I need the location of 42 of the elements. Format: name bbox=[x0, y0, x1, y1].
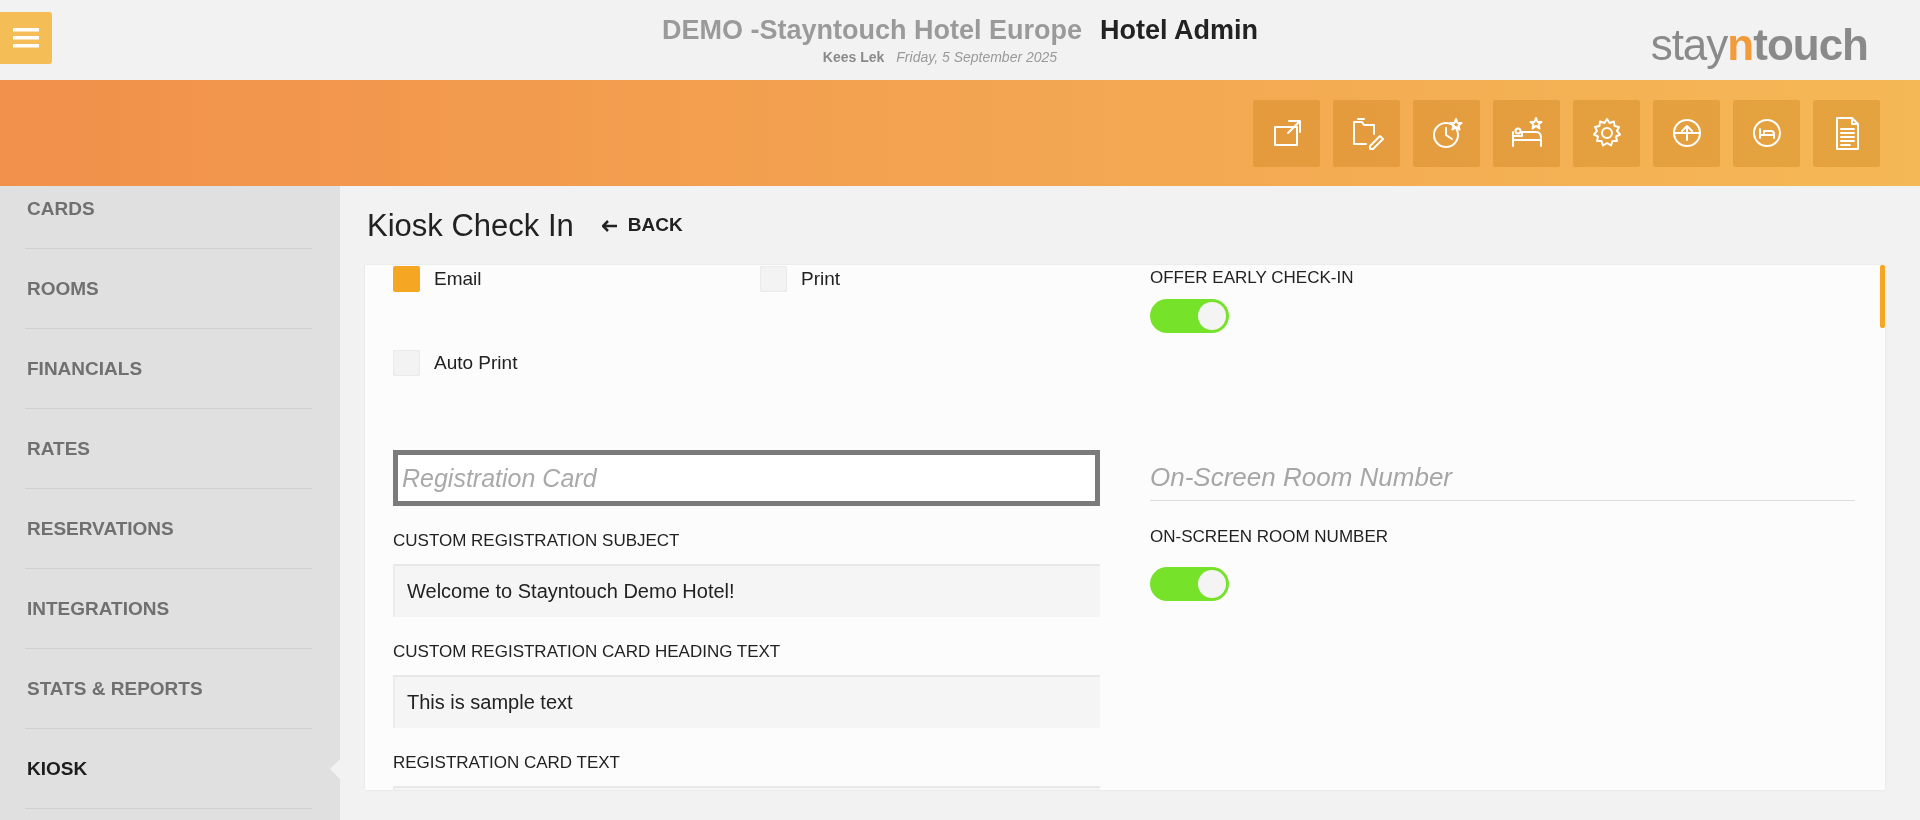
hotel-name: DEMO -Stayntouch Hotel Europe bbox=[662, 15, 1082, 45]
section-heading: On-Screen Room Number bbox=[1150, 459, 1855, 501]
toolbar-button[interactable] bbox=[1413, 99, 1480, 167]
toggle-switch[interactable] bbox=[1150, 299, 1229, 333]
toolbar-button[interactable] bbox=[1733, 99, 1800, 167]
toolbar-button[interactable] bbox=[1493, 99, 1560, 167]
text-field[interactable]: Welcome to Stayntouch Demo Hotel! bbox=[393, 564, 1100, 617]
sidebar-item[interactable]: INTEGRATIONS bbox=[0, 569, 340, 649]
sidebar-item[interactable]: FINANCIALS bbox=[0, 329, 340, 409]
checkbox[interactable] bbox=[393, 266, 420, 292]
checkbox-label[interactable]: Print bbox=[801, 265, 841, 294]
page-title: Kiosk Check In bbox=[367, 206, 574, 245]
toolbar-button[interactable] bbox=[1653, 99, 1720, 167]
menu-icon bbox=[13, 27, 39, 49]
checkbox-label[interactable]: Email bbox=[434, 265, 482, 294]
field-label: CUSTOM REGISTRATION SUBJECT bbox=[393, 530, 681, 552]
toolbar-button[interactable] bbox=[1333, 99, 1400, 167]
user-name: Kees Lek bbox=[822, 48, 885, 65]
scrollbar-thumb[interactable] bbox=[1880, 265, 1885, 328]
app-title: Hotel Admin bbox=[1100, 15, 1258, 45]
sidebar-item[interactable]: CARDS bbox=[0, 186, 340, 249]
toolbar-button[interactable] bbox=[1573, 99, 1640, 167]
setting-label: OFFER EARLY CHECK-IN bbox=[1150, 267, 1355, 289]
setting-label: ON-SCREEN ROOM NUMBER bbox=[1150, 526, 1389, 548]
sidebar-item[interactable]: ROOMS bbox=[0, 249, 340, 329]
sidebar-item[interactable]: KIOSK bbox=[0, 729, 340, 809]
checkbox-label[interactable]: Auto Print bbox=[434, 348, 518, 378]
registration-card-field[interactable]: Registration Card bbox=[393, 450, 1100, 506]
field-label: REGISTRATION CARD TEXT bbox=[393, 752, 621, 774]
field-label: CUSTOM REGISTRATION CARD HEADING TEXT bbox=[393, 641, 782, 663]
current-date: Friday, 5 September 2025 bbox=[896, 48, 1058, 65]
logo: stayntouch bbox=[1650, 19, 1868, 71]
toggle-switch[interactable] bbox=[1150, 567, 1229, 601]
sidebar-item[interactable]: RESERVATIONS bbox=[0, 489, 340, 569]
toolbar-button[interactable] bbox=[1813, 99, 1880, 167]
text-field[interactable]: This is sample text bbox=[393, 675, 1100, 728]
back-link[interactable]: BACK bbox=[601, 211, 683, 240]
toolbar-button[interactable] bbox=[1253, 99, 1320, 167]
back-arrow-icon bbox=[601, 219, 618, 232]
sidebar-item[interactable]: RATES bbox=[0, 409, 340, 489]
sidebar-item[interactable]: STATS & REPORTS bbox=[0, 649, 340, 729]
menu-button[interactable] bbox=[0, 12, 52, 64]
